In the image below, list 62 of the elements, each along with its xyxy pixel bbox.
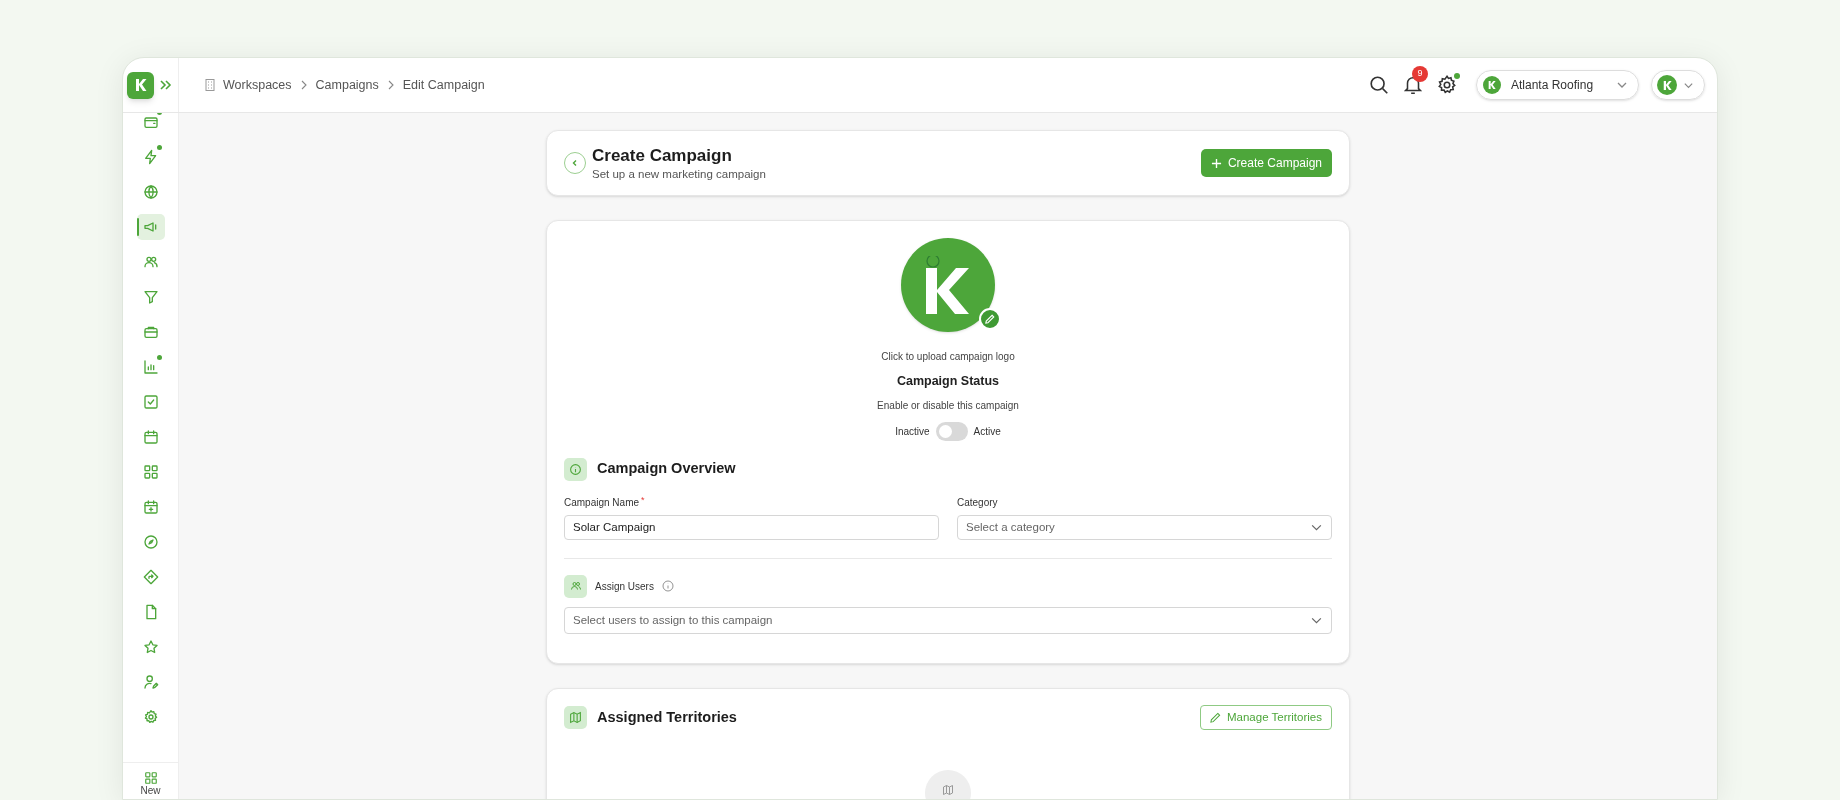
required-mark: * <box>641 494 645 505</box>
users-icon <box>142 254 159 270</box>
search-icon[interactable] <box>1368 74 1390 96</box>
calendar-plus-icon <box>142 499 159 515</box>
compass-icon <box>142 534 159 550</box>
app-logo[interactable] <box>127 71 154 99</box>
calendar-icon <box>142 429 159 445</box>
avatar-logo-icon <box>1657 75 1677 95</box>
checkbox-icon <box>142 394 159 410</box>
star-icon <box>142 639 159 655</box>
chevron-right-icon <box>386 80 395 90</box>
inactive-label: Inactive <box>895 424 930 439</box>
campaign-name-field[interactable]: Solar Campaign <box>564 514 939 540</box>
page-title: Create Campaign <box>592 145 733 167</box>
field-label: Category <box>957 495 998 510</box>
pencil-icon <box>985 314 995 324</box>
globe-icon <box>142 184 159 200</box>
active-indicator <box>136 218 139 236</box>
breadcrumb-link[interactable]: Workspaces <box>223 75 292 95</box>
edit-logo-button[interactable] <box>979 308 1001 330</box>
breadcrumb-link[interactable]: Campaigns <box>315 75 379 95</box>
notification-count: 9 <box>1412 66 1428 82</box>
workspace-logo-icon <box>1483 76 1501 94</box>
assign-users-label: Assign Users <box>595 579 654 594</box>
expand-icon[interactable] <box>160 80 172 90</box>
wallet-icon <box>142 114 159 130</box>
page-subtitle: Set up a new marketing campaign <box>592 167 766 181</box>
settings-icon[interactable] <box>1436 74 1458 96</box>
section-title: Assigned Territories <box>597 707 737 727</box>
briefcase-icon <box>142 324 159 340</box>
chevron-left-icon <box>571 159 579 167</box>
map-icon <box>564 706 587 729</box>
plus-icon <box>1210 157 1222 169</box>
info-icon[interactable] <box>661 580 674 593</box>
new-label[interactable]: New <box>140 785 161 797</box>
filter-icon <box>142 289 159 305</box>
section-title: Campaign Overview <box>597 459 736 479</box>
assign-users-select[interactable]: Select users to assign to this campaign <box>564 606 1332 634</box>
bell-icon[interactable] <box>1402 74 1424 96</box>
users-icon <box>564 574 587 598</box>
category-select[interactable]: Select a category <box>957 514 1332 540</box>
status-toggle[interactable] <box>935 421 968 441</box>
sidebar-item[interactable] <box>136 214 165 240</box>
field-label: Campaign Name <box>564 495 640 510</box>
status-description: Enable or disable this campaign <box>877 398 1019 413</box>
k-logo-icon <box>134 78 147 92</box>
active-label: Active <box>973 424 1001 439</box>
user-pen-icon <box>142 674 159 690</box>
grid-icon[interactable] <box>143 771 158 785</box>
lightning-icon <box>142 149 159 165</box>
diamond-arrow-icon <box>142 569 159 585</box>
chevron-right-icon <box>299 80 308 90</box>
megaphone-icon <box>142 219 159 235</box>
settings-icon <box>142 709 159 725</box>
upload-caption: Click to upload campaign logo <box>881 350 1015 364</box>
status-title: Campaign Status <box>896 373 1000 390</box>
grid-icon <box>142 464 159 480</box>
breadcrumb-link[interactable]: Edit Campaign <box>402 75 485 95</box>
pencil-icon <box>1209 712 1221 723</box>
building-icon <box>205 79 215 91</box>
bar-chart-icon <box>142 359 159 375</box>
info-icon <box>564 457 587 481</box>
